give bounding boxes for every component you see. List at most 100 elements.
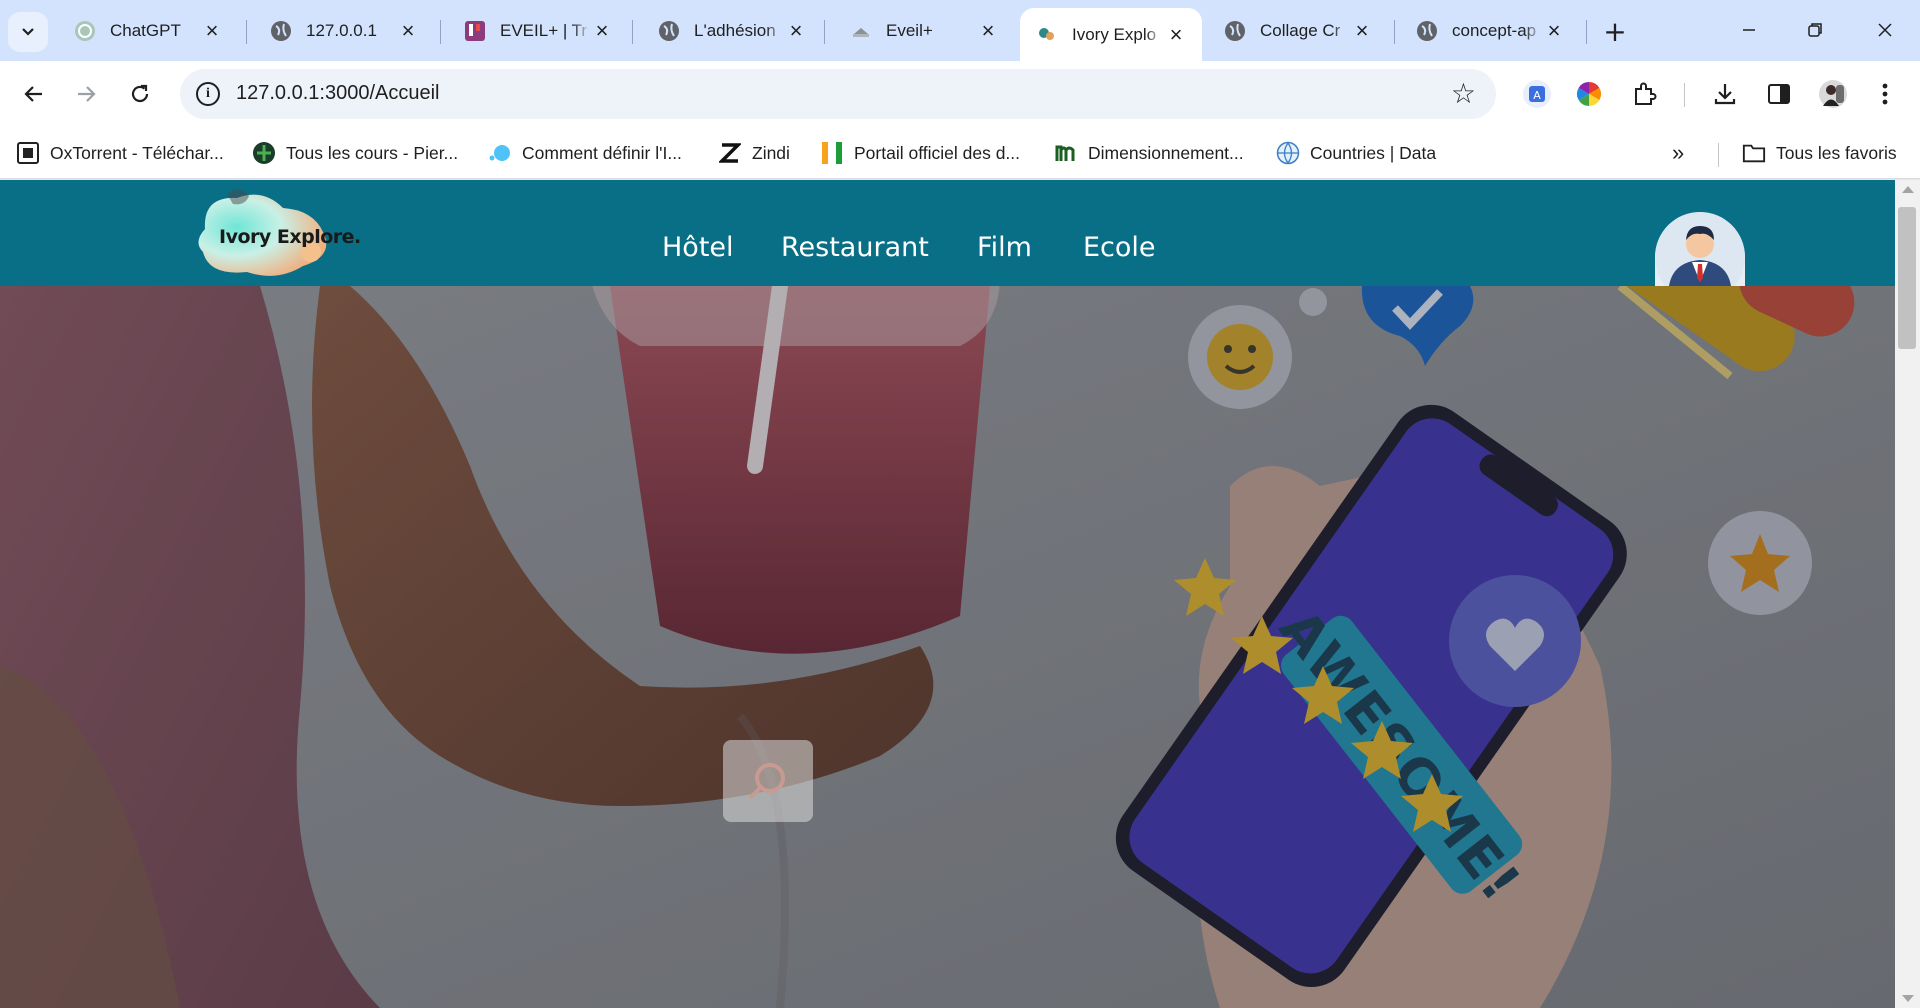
globe-icon bbox=[658, 20, 680, 42]
scrollbar-thumb[interactable] bbox=[1898, 207, 1916, 349]
tab-separator bbox=[632, 20, 633, 44]
toolbar-divider bbox=[1684, 83, 1685, 107]
arrow-right-icon bbox=[78, 86, 96, 102]
folder-icon bbox=[1742, 141, 1766, 165]
bookmark-oxtorrent[interactable]: OxTorrent - Téléchar... bbox=[16, 139, 224, 167]
bookmark-label: Dimensionnement... bbox=[1088, 142, 1244, 163]
chatgpt-icon bbox=[74, 20, 96, 42]
oxtorrent-icon bbox=[16, 141, 40, 165]
countries-icon bbox=[1276, 141, 1300, 165]
bookmark-label: Portail officiel des d... bbox=[854, 142, 1021, 163]
menu-kebab-icon[interactable] bbox=[1866, 75, 1904, 113]
page-viewport: Ivory Explore. Hôtel Restaurant Film Eco… bbox=[0, 180, 1895, 1008]
close-icon[interactable]: × bbox=[200, 18, 224, 43]
close-icon[interactable]: × bbox=[976, 18, 1000, 43]
tab-separator bbox=[1586, 20, 1587, 44]
businessman-avatar-icon bbox=[1655, 212, 1745, 286]
scroll-up-arrow-icon[interactable] bbox=[1902, 186, 1914, 193]
logo-text: Ivory Explore. bbox=[219, 226, 361, 248]
svg-text:A: A bbox=[1533, 89, 1541, 102]
tab-separator bbox=[824, 20, 825, 44]
bookmark-comment-definir[interactable]: Comment définir l'I... bbox=[488, 139, 682, 167]
dot-icon bbox=[488, 141, 512, 165]
tab-collage[interactable]: Collage Cr × bbox=[1208, 12, 1388, 50]
bookmark-label: Tous les cours - Pier... bbox=[286, 142, 459, 163]
new-tab-button[interactable]: + bbox=[1598, 14, 1632, 48]
color-wheel-extension-icon[interactable] bbox=[1570, 75, 1608, 113]
side-panel-icon[interactable] bbox=[1760, 75, 1798, 113]
close-icon[interactable]: × bbox=[396, 18, 420, 43]
close-icon[interactable]: × bbox=[784, 18, 808, 43]
double-chevron-right-icon: » bbox=[1672, 140, 1685, 165]
arrow-left-icon bbox=[24, 86, 42, 102]
close-window-button[interactable] bbox=[1858, 10, 1912, 50]
eveil-icon bbox=[850, 20, 872, 42]
trello-icon bbox=[464, 20, 486, 42]
reload-button[interactable] bbox=[122, 76, 158, 112]
site-info-icon[interactable]: i bbox=[196, 82, 220, 106]
tab-separator bbox=[246, 20, 247, 44]
nav-link-film[interactable]: Film bbox=[977, 232, 1032, 263]
browser-toolbar: i 127.0.0.1:3000/Accueil ☆ A bbox=[0, 61, 1920, 127]
tab-chatgpt[interactable]: ChatGPT × bbox=[58, 12, 238, 50]
tab-eveil-trello[interactable]: EVEIL+ | Tr × bbox=[448, 12, 628, 50]
tab-concept[interactable]: concept-ap × bbox=[1400, 12, 1580, 50]
translate-extension-icon[interactable]: A bbox=[1518, 75, 1556, 113]
bookmark-portail[interactable]: Portail officiel des d... bbox=[820, 139, 1020, 167]
search-icon bbox=[749, 763, 785, 799]
bookmark-countries[interactable]: Countries | Data bbox=[1276, 139, 1436, 167]
extensions-puzzle-icon[interactable] bbox=[1626, 75, 1664, 113]
nav-link-restaurant[interactable]: Restaurant bbox=[781, 232, 929, 263]
close-icon[interactable]: × bbox=[1350, 18, 1374, 43]
zindi-icon bbox=[718, 141, 742, 165]
restore-button[interactable] bbox=[1788, 10, 1842, 50]
plus-icon: + bbox=[1603, 14, 1627, 48]
profile-avatar-icon[interactable] bbox=[1814, 75, 1852, 113]
address-bar[interactable]: i 127.0.0.1:3000/Accueil ☆ bbox=[180, 69, 1496, 119]
tab-search-button[interactable] bbox=[8, 12, 48, 52]
site-header: Ivory Explore. Hôtel Restaurant Film Eco… bbox=[0, 180, 1895, 286]
tab-title: concept-ap bbox=[1452, 21, 1537, 40]
downloads-icon[interactable] bbox=[1706, 75, 1744, 113]
close-icon[interactable]: × bbox=[1164, 22, 1188, 47]
tab-eveil[interactable]: Eveil+ × bbox=[834, 12, 1014, 50]
chevron-down-icon bbox=[22, 28, 34, 36]
tab-title: Eveil+ bbox=[886, 21, 933, 40]
globe-icon bbox=[1416, 20, 1438, 42]
bookmark-dimensionnement[interactable]: Dimensionnement... bbox=[1054, 139, 1244, 167]
globe-icon bbox=[1224, 20, 1246, 42]
user-avatar[interactable] bbox=[1655, 212, 1745, 286]
forward-button[interactable] bbox=[68, 76, 104, 112]
bookmark-label: Tous les favoris bbox=[1776, 142, 1897, 163]
tab-separator bbox=[1394, 20, 1395, 44]
globe-icon bbox=[270, 20, 292, 42]
tab-adhesion[interactable]: L'adhésion × bbox=[642, 12, 822, 50]
nav-link-hotel[interactable]: Hôtel bbox=[662, 232, 734, 263]
bookmark-star-icon[interactable]: ☆ bbox=[1451, 77, 1476, 110]
tab-separator bbox=[440, 20, 441, 44]
search-button[interactable] bbox=[723, 740, 813, 822]
tab-title: EVEIL+ | Tr bbox=[500, 21, 588, 40]
back-button[interactable] bbox=[16, 76, 52, 112]
tab-ivory-explore[interactable]: Ivory Explo × bbox=[1020, 8, 1202, 61]
url-text[interactable]: 127.0.0.1:3000/Accueil bbox=[236, 82, 440, 105]
flag-icon bbox=[820, 141, 844, 165]
close-icon[interactable]: × bbox=[590, 18, 614, 43]
bookmark-label: OxTorrent - Téléchar... bbox=[50, 142, 224, 163]
courses-icon bbox=[252, 141, 276, 165]
all-bookmarks-folder[interactable]: Tous les favoris bbox=[1742, 139, 1897, 167]
tab-localhost[interactable]: 127.0.0.1 × bbox=[254, 12, 434, 50]
site-logo[interactable]: Ivory Explore. bbox=[185, 184, 361, 282]
more-bookmarks-button[interactable]: » bbox=[1672, 139, 1684, 167]
nav-link-ecole[interactable]: Ecole bbox=[1083, 232, 1156, 263]
tab-title: Collage Cr bbox=[1260, 21, 1341, 40]
bookmark-cours[interactable]: Tous les cours - Pier... bbox=[252, 139, 458, 167]
ivory-favicon-icon bbox=[1036, 24, 1058, 46]
minimize-button[interactable] bbox=[1722, 10, 1776, 50]
scroll-down-arrow-icon[interactable] bbox=[1902, 995, 1914, 1002]
page-scrollbar[interactable] bbox=[1895, 180, 1920, 1008]
close-icon[interactable]: × bbox=[1542, 18, 1566, 43]
bookmark-zindi[interactable]: Zindi bbox=[718, 139, 790, 167]
minimize-icon bbox=[1743, 29, 1755, 31]
reload-icon bbox=[131, 84, 149, 103]
